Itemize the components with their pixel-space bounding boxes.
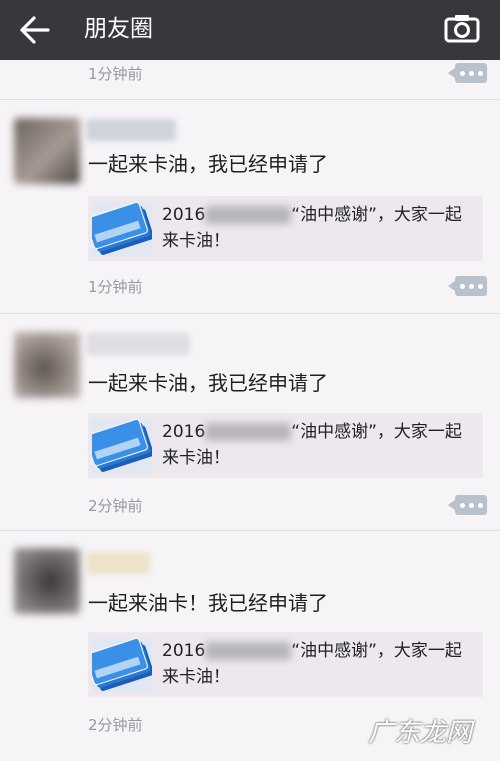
page-title: 朋友圈 <box>84 16 153 42</box>
username[interactable] <box>86 119 176 141</box>
top-bar: 朋友圈 <box>0 0 500 60</box>
link-title: 2016 “油中感谢”，大家一起来卡油！ <box>162 641 462 687</box>
post-text: 一起来卡油，我已经申请了 <box>88 371 328 395</box>
link-thumbnail <box>92 638 152 692</box>
link-card[interactable]: 2016 “油中感谢”，大家一起来卡油！ <box>88 413 483 478</box>
camera-icon[interactable] <box>444 12 480 44</box>
divider <box>0 99 500 100</box>
divider <box>0 530 500 531</box>
dot-icon <box>469 503 474 508</box>
post-time: 2分钟前 <box>88 716 143 734</box>
post-text: 一起来油卡！我已经申请了 <box>88 591 328 615</box>
dot-icon <box>478 503 483 508</box>
link-card[interactable]: 2016 “油中感谢”，大家一起来卡油！ <box>88 632 483 697</box>
fuel-card-image <box>92 638 152 692</box>
post-time: 1分钟前 <box>88 278 143 296</box>
link-thumbnail <box>92 419 152 473</box>
dot-icon <box>460 71 465 76</box>
dot-icon <box>469 284 474 289</box>
post-time: 1分钟前 <box>88 65 143 83</box>
post-text: 一起来卡油，我已经申请了 <box>88 152 328 176</box>
comment-button[interactable] <box>448 495 487 515</box>
comment-button[interactable] <box>448 276 487 296</box>
redacted-text <box>205 642 292 660</box>
bubble-tail <box>448 500 455 510</box>
avatar[interactable] <box>14 548 80 614</box>
fuel-card-image <box>92 419 152 473</box>
avatar[interactable] <box>14 118 80 184</box>
dot-icon <box>469 71 474 76</box>
dot-icon <box>478 284 483 289</box>
bubble-tail <box>448 281 455 291</box>
redacted-text <box>205 423 292 441</box>
comment-button[interactable] <box>448 63 487 83</box>
dot-icon <box>460 284 465 289</box>
link-title: 2016 “油中感谢”，大家一起来卡油！ <box>162 205 462 251</box>
watermark: 广东龙网 <box>368 718 473 748</box>
username[interactable] <box>86 333 190 355</box>
link-title: 2016 “油中感谢”，大家一起来卡油！ <box>162 422 462 468</box>
fuel-card-image <box>92 202 152 256</box>
username[interactable] <box>86 552 150 574</box>
link-thumbnail <box>92 202 152 256</box>
dot-icon <box>460 503 465 508</box>
back-arrow-icon[interactable] <box>18 14 52 46</box>
divider <box>0 313 500 314</box>
bubble-tail <box>448 68 455 78</box>
dot-icon <box>478 71 483 76</box>
link-card[interactable]: 2016 “油中感谢”，大家一起来卡油！ <box>88 196 483 261</box>
redacted-text <box>205 206 292 224</box>
avatar[interactable] <box>14 332 80 398</box>
post-time: 2分钟前 <box>88 497 143 515</box>
